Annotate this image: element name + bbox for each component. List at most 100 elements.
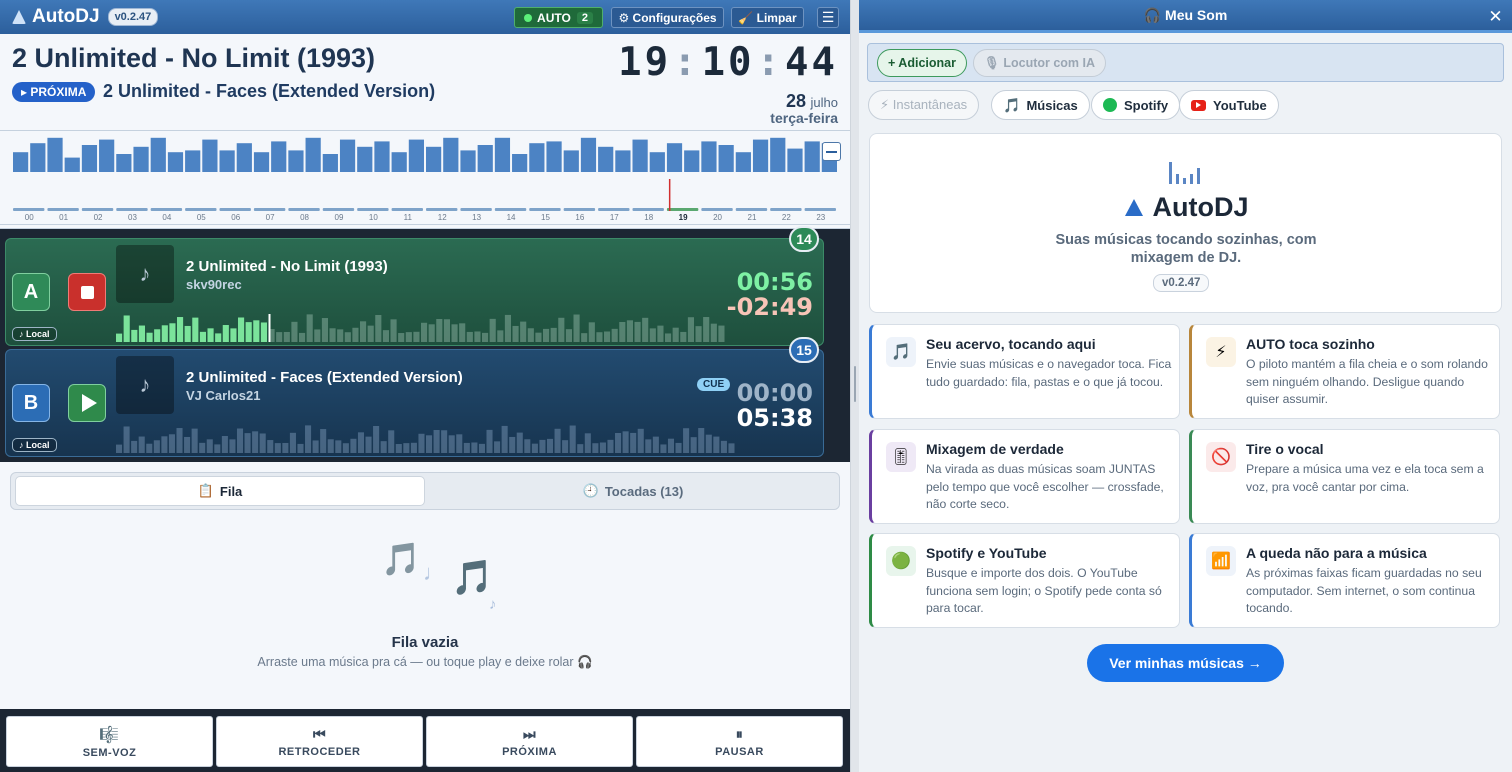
- pane-resize-handle[interactable]: [850, 0, 859, 772]
- waveform-bar: [282, 442, 289, 453]
- hour-slot: [219, 208, 251, 211]
- waveform-bar: [433, 429, 440, 453]
- clear-button[interactable]: 🧹 Limpar: [731, 7, 804, 28]
- waveform-bar: [138, 325, 145, 342]
- waveform-bar: [306, 314, 313, 342]
- hour-activity-bar: [735, 152, 751, 172]
- tab-played-label: Tocadas (13): [604, 483, 684, 499]
- waveform-bar: [619, 322, 626, 342]
- close-icon: ✕: [1488, 6, 1503, 26]
- waveform-bar: [184, 325, 191, 342]
- feature-title: A queda não para a música: [1246, 545, 1427, 561]
- next-button[interactable]: ⏭ PRÓXIMA: [426, 716, 633, 767]
- hamburger-icon: ☰: [821, 9, 835, 25]
- waveform-bar: [252, 431, 259, 453]
- waveform-bar: [660, 444, 667, 453]
- waveform-bar: [289, 432, 296, 453]
- waveform-bar: [238, 317, 245, 342]
- source-spotify[interactable]: Spotify: [1091, 90, 1181, 120]
- clipboard-icon: 📋: [197, 483, 214, 498]
- waveform-bar: [486, 429, 493, 453]
- waveform-bar: [123, 315, 130, 342]
- waveform-bar: [390, 319, 397, 342]
- waveform-bar: [413, 331, 420, 342]
- queue-area: 📋 Fila 🕘 Tocadas (13) 🎵 ♩ 🎵 ♪ Fila vazia A…: [0, 462, 850, 709]
- deck-b-waveform[interactable]: [116, 425, 736, 453]
- feature-title: AUTO toca sozinho: [1246, 336, 1375, 352]
- hour-label: 20: [713, 213, 722, 222]
- clock: 19:10:44: [618, 40, 838, 85]
- waveform-bar: [443, 319, 450, 342]
- source-spotify-label: Spotify: [1124, 97, 1169, 113]
- waveform-bar: [584, 433, 591, 453]
- hour-activity-bar: [30, 143, 46, 172]
- empty-queue-title: Fila vazia: [391, 634, 459, 651]
- tab-queue-label: Fila: [219, 483, 243, 499]
- hour-label: 05: [197, 213, 206, 222]
- waveform-bar: [489, 318, 496, 342]
- waveform-bar: [206, 439, 213, 453]
- settings-button[interactable]: ⚙ Configurações: [611, 7, 724, 28]
- hour-activity-bar: [150, 137, 166, 172]
- hour-activity-bar: [494, 137, 511, 172]
- waveform-bar: [321, 318, 328, 342]
- waveform-bar: [436, 318, 443, 342]
- add-button[interactable]: + Adicionar: [877, 49, 967, 77]
- source-youtube[interactable]: YouTube: [1179, 90, 1279, 120]
- hour-slot: [185, 208, 217, 211]
- waveform-bar: [335, 440, 342, 453]
- source-music[interactable]: 🎵 Músicas: [991, 90, 1090, 120]
- view-music-button[interactable]: Ver minhas músicas →: [1087, 644, 1284, 682]
- date-month: julho: [810, 95, 838, 110]
- ai-announcer-button[interactable]: 🎙 Locutor com IA: [973, 49, 1107, 77]
- hour-activity-bar: [167, 152, 184, 172]
- deck-b-select-button[interactable]: B: [12, 384, 50, 422]
- waveform-bar: [569, 425, 576, 453]
- waveform-bar: [531, 443, 538, 453]
- hour-activity-bar: [305, 137, 321, 172]
- no-microphone-icon: 🚫: [1206, 442, 1236, 472]
- waveform-bar: [154, 329, 161, 342]
- pause-button[interactable]: ⏸ PAUSAR: [636, 716, 843, 767]
- collapse-timeline-button[interactable]: [822, 142, 841, 161]
- hour-activity-bar: [598, 146, 614, 172]
- no-vocal-icon: 🎼: [99, 726, 120, 744]
- waveform-bar: [146, 443, 153, 453]
- player-pane: AutoDJ v0.2.47 AUTO 2 ⚙ Configurações 🧹 …: [0, 0, 850, 772]
- waveform-bar: [153, 440, 160, 453]
- deck-b-play-button[interactable]: [68, 384, 106, 422]
- tab-queue[interactable]: 📋 Fila: [15, 476, 425, 506]
- deck-a-stop-button[interactable]: [68, 273, 106, 311]
- deck-b: B ♪ 2 Unlimited - Faces (Extended Versio…: [5, 349, 824, 457]
- waveform-bar: [672, 327, 679, 342]
- logo-icon: [1124, 199, 1143, 216]
- feature-description: Prepare a música uma vez e ela toca sem …: [1246, 462, 1484, 494]
- now-playing-header: 2 Unlimited - No Limit (1993) ▸ PRÓXIMA …: [0, 34, 850, 131]
- waveform-bar: [291, 321, 298, 342]
- deck-a-waveform[interactable]: [116, 314, 726, 342]
- no-vocal-button[interactable]: 🎼 SEM-VOZ: [6, 716, 213, 767]
- deck-a-select-button[interactable]: A: [12, 273, 50, 311]
- auto-toggle-button[interactable]: AUTO 2: [514, 7, 603, 28]
- deck-b-title: 2 Unlimited - Faces (Extended Version): [186, 369, 463, 386]
- waveform-bar: [535, 332, 542, 342]
- hour-label: 00: [25, 213, 34, 222]
- waveform-bar: [596, 332, 603, 342]
- hour-activity-bar: [804, 141, 820, 172]
- waveform-bar: [588, 322, 595, 342]
- waveform-bar: [615, 433, 622, 453]
- tab-played[interactable]: 🕘 Tocadas (13): [429, 476, 837, 506]
- source-instant[interactable]: ⚡ Instantâneas: [868, 90, 980, 120]
- waveform-bar: [665, 333, 672, 342]
- feature-description: Na virada as duas músicas soam JUNTAS pe…: [926, 462, 1164, 511]
- rewind-button[interactable]: ⏮ RETROCEDER: [216, 716, 423, 767]
- waveform-bar: [350, 438, 357, 453]
- menu-button[interactable]: ☰: [817, 7, 839, 28]
- waveform-bar: [312, 440, 319, 453]
- close-panel-button[interactable]: ✕: [1479, 0, 1512, 33]
- date-day: 28: [786, 91, 807, 111]
- deck-a-title: 2 Unlimited - No Limit (1993): [186, 258, 388, 275]
- feature-description: Envie suas músicas e o navegador toca. F…: [926, 357, 1172, 389]
- hour-activity-bar: [357, 146, 373, 172]
- deck-a-artwork: ♪: [116, 245, 174, 303]
